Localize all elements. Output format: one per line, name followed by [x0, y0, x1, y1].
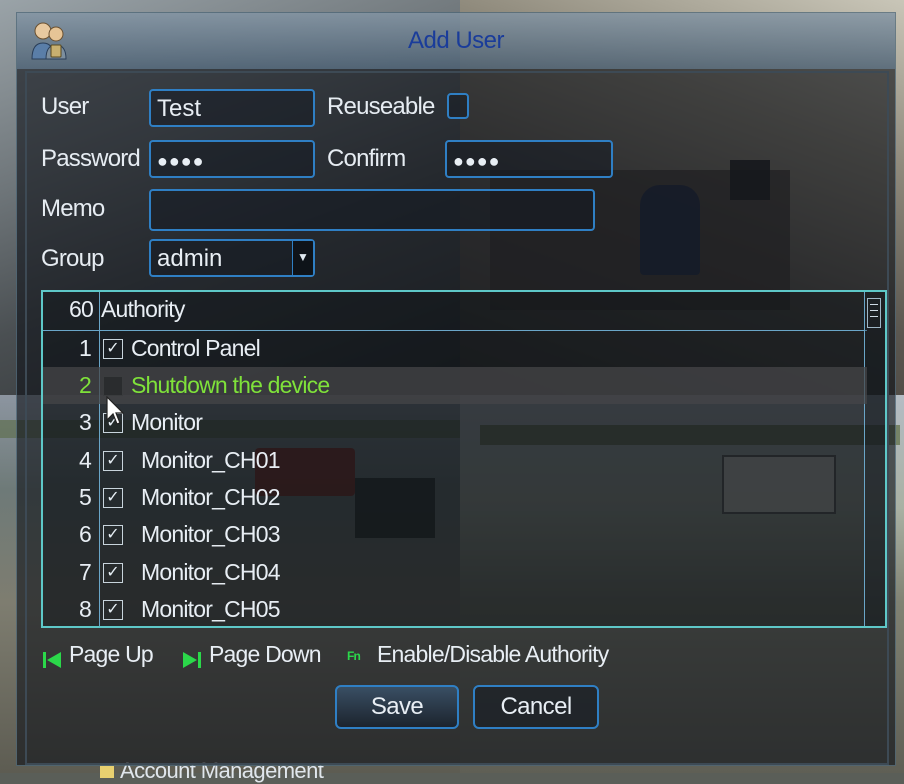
row-number: 7 — [79, 559, 92, 585]
checkmark-icon[interactable]: ✓ — [103, 600, 123, 620]
row-label: Monitor_CH01 — [141, 447, 280, 473]
add-user-dialog: Add User User Test Reuseable Password ●●… — [16, 12, 896, 766]
page-up-hint: Page Up — [69, 641, 154, 667]
user-field[interactable]: Test — [149, 89, 315, 127]
unchecked-checkbox[interactable] — [103, 376, 123, 396]
chevron-down-icon[interactable]: ▼ — [292, 241, 313, 275]
enable-disable-hint: Enable/Disable Authority — [377, 641, 609, 667]
row-label: Shutdown the device — [131, 372, 330, 398]
mouse-cursor-icon — [106, 396, 124, 425]
dialog-titlebar[interactable]: Add User — [17, 13, 895, 69]
table-row[interactable]: 1 ✓ Control Panel — [43, 330, 867, 367]
group-select-value: admin — [157, 245, 223, 272]
fn-key-icon: Fn — [347, 649, 361, 663]
row-label: Monitor_CH03 — [141, 521, 280, 547]
group-label: Group — [41, 245, 105, 272]
reuseable-label: Reuseable — [327, 93, 435, 120]
confirm-label: Confirm — [327, 145, 406, 172]
cancel-button[interactable]: Cancel — [473, 685, 599, 729]
row-label: Monitor_CH04 — [141, 559, 280, 585]
table-header: 60 Authority — [43, 292, 867, 331]
row-number: 3 — [79, 409, 92, 435]
password-field[interactable]: ●●●● — [149, 140, 315, 178]
row-label: Control Panel — [131, 335, 261, 361]
folder-icon — [100, 766, 114, 779]
confirm-password-field[interactable]: ●●●● — [445, 140, 613, 178]
scrollbar-thumb[interactable] — [867, 298, 881, 328]
dialog-title: Add User — [407, 27, 505, 54]
table-row-selected[interactable]: 2 Shutdown the device — [43, 367, 867, 404]
page-up-icon — [43, 647, 63, 674]
table-scrollbar[interactable] — [864, 292, 885, 626]
row-number: 4 — [79, 447, 92, 473]
table-row[interactable]: 5 ✓ Monitor_CH02 — [43, 479, 867, 516]
checkmark-icon[interactable]: ✓ — [103, 339, 123, 359]
table-row[interactable]: 4 ✓ Monitor_CH01 — [43, 442, 867, 479]
row-number: 6 — [79, 521, 92, 547]
save-button[interactable]: Save — [335, 685, 459, 729]
authority-column-header: Authority — [101, 296, 185, 322]
user-label: User — [41, 93, 89, 120]
row-number: 2 — [79, 372, 92, 398]
checkmark-icon[interactable]: ✓ — [103, 563, 123, 583]
table-row[interactable]: 7 ✓ Monitor_CH04 — [43, 554, 867, 591]
authority-table: 60 Authority 1 ✓ Control Panel 2 Shutdow… — [41, 290, 887, 628]
row-label: Monitor — [131, 409, 203, 435]
row-label: Monitor_CH05 — [141, 596, 280, 622]
table-row[interactable]: 8 ✓ Monitor_CH05 — [43, 591, 867, 626]
group-select[interactable]: admin ▼ — [149, 239, 315, 277]
memo-label: Memo — [41, 195, 105, 222]
reuseable-checkbox[interactable] — [447, 93, 469, 119]
memo-field[interactable] — [149, 189, 595, 231]
page-down-icon — [181, 647, 201, 674]
checkmark-icon[interactable]: ✓ — [103, 488, 123, 508]
password-label: Password — [41, 145, 141, 172]
checkmark-icon[interactable]: ✓ — [103, 451, 123, 471]
table-row[interactable]: 3 ✓ Monitor — [43, 404, 867, 441]
table-row[interactable]: 6 ✓ Monitor_CH03 — [43, 516, 867, 553]
authority-count: 60 — [69, 296, 94, 322]
row-number: 8 — [79, 596, 92, 622]
row-label: Monitor_CH02 — [141, 484, 280, 510]
row-number: 5 — [79, 484, 92, 510]
checkmark-icon[interactable]: ✓ — [103, 525, 123, 545]
page-down-hint: Page Down — [209, 641, 322, 667]
row-number: 1 — [79, 335, 92, 361]
